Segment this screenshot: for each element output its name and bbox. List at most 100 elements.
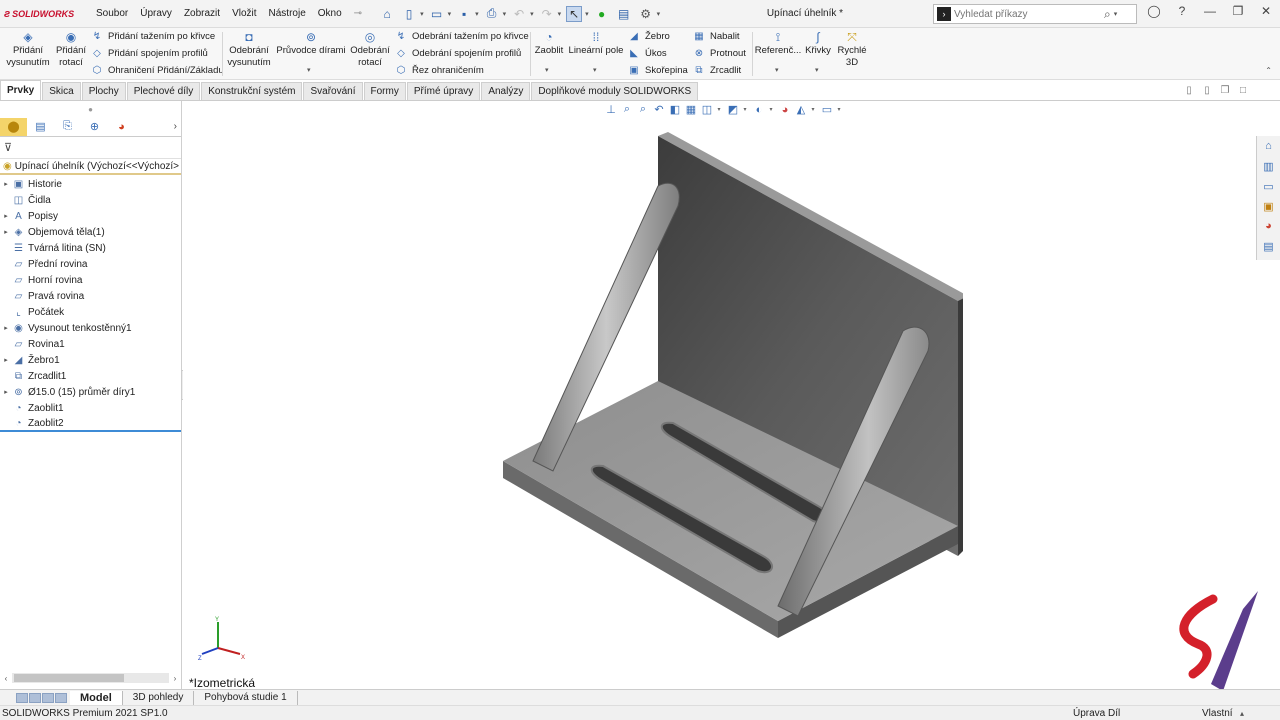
select-cursor-icon[interactable]: ↖: [566, 5, 583, 22]
shell-button[interactable]: ▣ Skořepina: [627, 64, 688, 76]
menu-edit[interactable]: Úpravy: [134, 8, 178, 19]
restore-icon[interactable]: ❐: [1224, 4, 1252, 18]
tree-item[interactable]: ☰ Tvárná litina (SN): [0, 240, 181, 256]
appearances-icon[interactable]: ◕: [1257, 216, 1280, 236]
mirror-button[interactable]: ⧉ Zrcadlit: [692, 64, 741, 76]
tab-motion-study-1[interactable]: Pohybová studie 1: [194, 690, 298, 705]
reference-geometry-button[interactable]: ⟟ Referenč...: [755, 30, 801, 57]
tab-navigation[interactable]: [0, 692, 70, 703]
custom-properties-icon[interactable]: ▤: [1257, 236, 1280, 256]
view-cube-icon[interactable]: ◫: [699, 103, 715, 116]
extruded-cut-button[interactable]: ◘ Odebrání vysunutím: [226, 30, 272, 69]
pin-icon[interactable]: ⊸: [348, 8, 368, 19]
tab-sheet-metal[interactable]: Plechové díly: [126, 82, 201, 100]
tree-item[interactable]: ◫ Čidla: [0, 192, 181, 208]
tree-item[interactable]: ▸ ◉ Vysunout tenkostěnný1: [0, 320, 181, 336]
menu-insert[interactable]: Vložit: [226, 8, 262, 19]
monitor-icon[interactable]: ▭: [819, 103, 835, 116]
tree-item[interactable]: ◔ Zaoblit1: [0, 400, 181, 416]
draft-button[interactable]: ◣ Úkos: [627, 47, 667, 59]
tab-weldments[interactable]: Svařování: [303, 82, 363, 100]
scroll-right-icon[interactable]: ›: [169, 674, 181, 683]
tree-item[interactable]: ▱ Horní rovina: [0, 272, 181, 288]
tree-item[interactable]: ▸ ⊚ Ø15.0 (15) průměr díry1: [0, 384, 181, 400]
tab-3d-views[interactable]: 3D pohledy: [123, 690, 195, 705]
graphics-area[interactable]: ▯ ▯ ❐ □ ⊥ ⌕ ⌕ ↶ ◧ ▦ ◫ ▾ ◩ ▾ ◐ ▾ ◕ ◭ ▾ ▭ ▾: [183, 85, 1258, 691]
menu-file[interactable]: Soubor: [90, 8, 134, 19]
scroll-thumb[interactable]: [14, 674, 124, 682]
swept-cut-button[interactable]: ↯ Odebrání tažením po křivce: [394, 30, 529, 42]
tree-item[interactable]: ▱ Rovina1: [0, 336, 181, 352]
intersect-button[interactable]: ⊗ Protnout: [692, 47, 746, 59]
search-commands[interactable]: › ⌕▾: [933, 4, 1137, 24]
property-manager-tab-icon[interactable]: ▤: [27, 118, 54, 136]
search-icon[interactable]: ⌕: [1104, 7, 1111, 22]
tree-root-part[interactable]: ◉ Upínací úhelník (Výchozí<<Výchozí>: [0, 159, 181, 175]
help-icon[interactable]: ?: [1168, 4, 1196, 18]
options-gear-icon[interactable]: ⚙: [638, 6, 654, 22]
file-properties-icon[interactable]: ▤: [616, 6, 632, 22]
design-library-icon[interactable]: ▥: [1257, 156, 1280, 176]
user-icon[interactable]: ◯: [1140, 4, 1168, 18]
close-icon[interactable]: ✕: [1252, 4, 1280, 18]
view-orientation-icon[interactable]: ⊥: [603, 103, 619, 116]
expand-arrow-icon[interactable]: ▸: [0, 212, 12, 220]
curves-button[interactable]: ∫ Křivky: [803, 30, 833, 57]
search-input[interactable]: [954, 8, 1104, 20]
curves-dropdown[interactable]: ▾: [815, 66, 819, 74]
hole-wizard-button[interactable]: ⊚ Průvodce dírami: [276, 30, 346, 57]
loft-boss-button[interactable]: ◇ Přidání spojením profilů: [90, 47, 208, 59]
filter-icon[interactable]: ⊽: [0, 137, 181, 159]
tile-icon[interactable]: ▯: [1180, 85, 1198, 96]
boundary-cut-button[interactable]: ⬡ Řez ohraničením: [394, 64, 484, 76]
tree-item[interactable]: ▸ ▣ Historie: [0, 176, 181, 192]
linear-pattern-button[interactable]: ⁞⁞ Lineární pole: [568, 30, 624, 57]
minimize-icon[interactable]: —: [1196, 4, 1224, 18]
scroll-left-icon[interactable]: ‹: [0, 674, 12, 683]
menu-window[interactable]: Okno: [312, 8, 348, 19]
undo-icon[interactable]: ↶: [511, 6, 527, 22]
tree-item[interactable]: ⧉ Zrcadlit1: [0, 368, 181, 384]
display-style-icon[interactable]: ◩: [725, 103, 741, 116]
boundary-boss-button[interactable]: ⬡ Ohraničení Přidání/Základu: [90, 64, 224, 76]
horizontal-scrollbar[interactable]: ‹ ›: [0, 671, 181, 685]
print-icon[interactable]: ⎙: [484, 6, 500, 22]
expand-arrow-icon[interactable]: ▸: [0, 180, 12, 188]
tree-item[interactable]: ▸ ◈ Objemová těla(1): [0, 224, 181, 240]
solidworks-logo[interactable]: ƨ SOLIDWORKS: [0, 8, 90, 20]
revolved-cut-button[interactable]: ◎ Odebrání rotací: [349, 30, 391, 69]
expand-arrow-icon[interactable]: ▸: [0, 388, 12, 396]
redo-icon[interactable]: ↷: [539, 6, 555, 22]
view-palette-icon[interactable]: ▣: [1257, 196, 1280, 216]
open-folder-icon[interactable]: ▭: [429, 6, 445, 22]
reference-geometry-dropdown[interactable]: ▾: [775, 66, 779, 74]
lofted-cut-button[interactable]: ◇ Odebrání spojením profilů: [394, 47, 521, 59]
tab-direct-editing[interactable]: Přímé úpravy: [406, 82, 481, 100]
tree-item[interactable]: ▱ Pravá rovina: [0, 288, 181, 304]
ribbon-collapse-icon[interactable]: ⌃: [1265, 66, 1272, 75]
tree-item[interactable]: ⌞ Počátek: [0, 304, 181, 320]
new-document-icon[interactable]: ▯: [401, 6, 417, 22]
hide-show-icon[interactable]: ◐: [751, 104, 767, 116]
tab-model[interactable]: Model: [70, 690, 123, 705]
units-dropdown-icon[interactable]: ▴: [1240, 709, 1244, 718]
home-icon[interactable]: ⌂: [379, 6, 395, 22]
expand-arrow-icon[interactable]: ▸: [0, 324, 12, 332]
extrude-boss-button[interactable]: ◈ Přidání vysunutím: [6, 30, 50, 69]
tree-item[interactable]: ▱ Přední rovina: [0, 256, 181, 272]
tab-solidworks-addins[interactable]: Doplňkové moduly SOLIDWORKS: [531, 82, 699, 100]
fillet-button[interactable]: ◔ Zaoblit: [532, 30, 566, 57]
display-manager-tab-icon[interactable]: ◕: [108, 118, 135, 136]
sweep-boss-button[interactable]: ↯ Přidání tažením po křivce: [90, 30, 215, 42]
tab-evaluate[interactable]: Analýzy: [481, 82, 531, 100]
tab-surfaces[interactable]: Plochy: [81, 82, 126, 100]
appearance-icon[interactable]: ◕: [777, 104, 793, 116]
dimxpert-manager-tab-icon[interactable]: ⊕: [81, 118, 108, 136]
panel-grip[interactable]: ●: [0, 101, 181, 117]
save-icon[interactable]: ▪: [456, 6, 472, 22]
hole-wizard-dropdown[interactable]: ▾: [307, 66, 311, 74]
status-units[interactable]: Vlastní: [1202, 708, 1233, 719]
dynamic-annotation-icon[interactable]: ▦: [683, 103, 699, 116]
expand-arrow-icon[interactable]: ▸: [0, 228, 12, 236]
tree-item[interactable]: ◔ Zaoblit2: [0, 416, 181, 432]
